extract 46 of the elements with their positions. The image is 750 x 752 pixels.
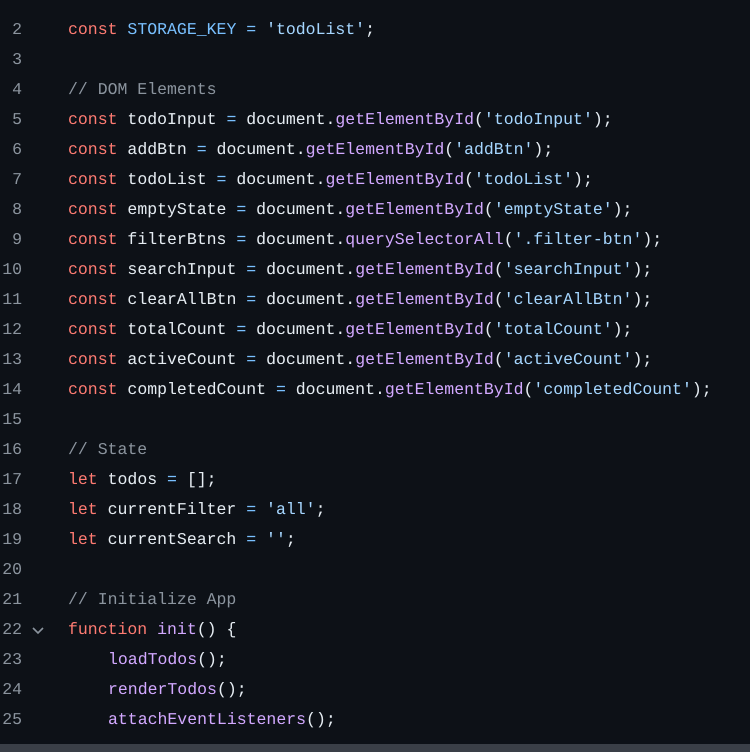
code-line: renderTodos(); — [108, 678, 247, 701]
code-line: // Initialize App — [68, 588, 236, 611]
scrollbar[interactable] — [0, 744, 750, 752]
line-number: 19 — [1, 528, 22, 551]
line-number: 18 — [1, 498, 22, 521]
code-line: const activeCount = document.getElementById('activeCount'); — [68, 348, 652, 371]
code-line: const searchInput = document.getElementById('searchInput'); — [68, 258, 652, 281]
code-line: let currentSearch = ''; — [68, 528, 296, 551]
line-number: 5 — [11, 108, 22, 131]
code-line: loadTodos(); — [108, 648, 227, 671]
code-line: const filterBtns = document.querySelectorAll('.filter-btn'); — [68, 228, 662, 251]
line-number: 14 — [1, 378, 22, 401]
line-number: 13 — [1, 348, 22, 371]
line-number: 10 — [1, 258, 22, 281]
line-number: 20 — [1, 558, 22, 581]
code-line: // DOM Elements — [68, 78, 217, 101]
line-number: 22 — [1, 618, 22, 641]
line-number: 2 — [11, 18, 22, 41]
line-number: 25 — [1, 708, 22, 731]
code-line: const addBtn = document.getElementById('addBtn'); — [68, 138, 554, 161]
line-number: 21 — [1, 588, 22, 611]
code-line: const emptyState = document.getElementById('emptyState'); — [68, 198, 632, 221]
code-line: const STORAGE_KEY = 'todoList'; — [68, 18, 375, 41]
line-number: 12 — [1, 318, 22, 341]
line-number: 17 — [1, 468, 22, 491]
code-line: attachEventListeners(); — [108, 708, 336, 731]
code-line: // State — [68, 438, 148, 461]
line-number: 16 — [1, 438, 22, 461]
line-number: 15 — [1, 408, 22, 431]
line-number: 24 — [1, 678, 22, 701]
code-line: let todos = []; — [68, 468, 217, 491]
line-number: 6 — [11, 138, 22, 161]
code-line: function init() { — [68, 618, 236, 641]
line-number: 8 — [11, 198, 22, 221]
code-line: let currentFilter = 'all'; — [68, 498, 326, 521]
code-line: const todoInput = document.getElementById('todoInput'); — [68, 108, 613, 131]
line-number: 9 — [11, 228, 22, 251]
code-line: const todoList = document.getElementById('todoList'); — [68, 168, 593, 191]
code-line: const totalCount = document.getElementById('totalCount'); — [68, 318, 632, 341]
line-number: 11 — [1, 288, 22, 311]
line-number: 4 — [11, 78, 22, 101]
code-line: const completedCount = document.getElementById('completedCount'); — [68, 378, 712, 401]
line-number: 23 — [1, 648, 22, 671]
line-number: 3 — [11, 48, 22, 71]
code-line: const clearAllBtn = document.getElementById('clearAllBtn'); — [68, 288, 652, 311]
line-number: 7 — [11, 168, 22, 191]
